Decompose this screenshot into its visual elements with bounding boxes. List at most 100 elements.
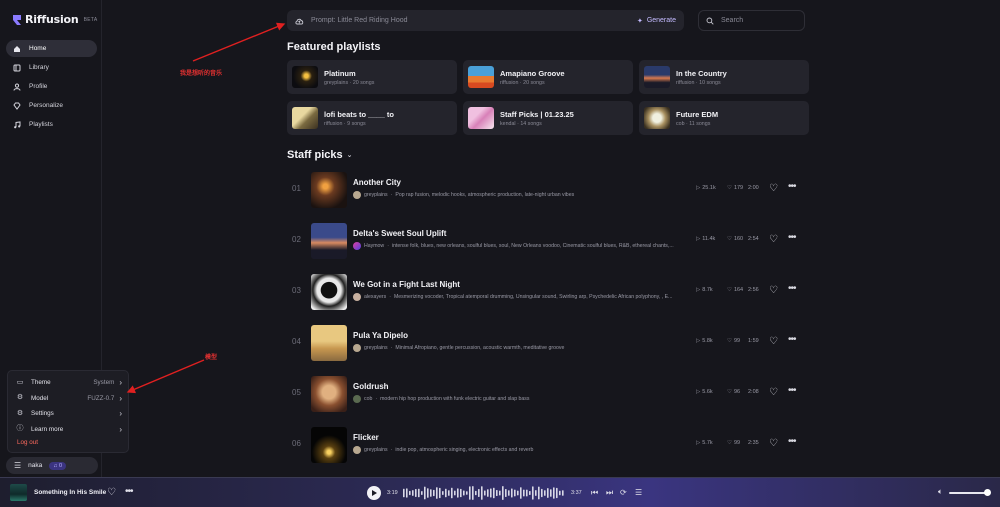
playlist-card[interactable]: In the Country riffusion · 10 songs	[639, 60, 809, 94]
app-name: Riffusion	[25, 13, 79, 26]
avatar[interactable]	[353, 242, 361, 250]
nav-label-library: Library	[29, 64, 49, 71]
like-button-icon[interactable]: ♡	[769, 285, 778, 296]
waveform-bar	[544, 490, 546, 496]
song-cover[interactable]	[311, 427, 347, 463]
more-options-icon[interactable]: •••	[788, 385, 796, 396]
home-icon	[14, 45, 20, 52]
song-title[interactable]: We Got in a Fight Last Night	[353, 280, 460, 289]
dot-separator: ·	[390, 192, 393, 198]
song-author[interactable]: cob	[364, 396, 372, 402]
song-title[interactable]: Goldrush	[353, 382, 389, 391]
menu-item-settings[interactable]: ⚙ Settings ›	[8, 406, 128, 422]
nav-item-home[interactable]: Home	[6, 40, 97, 57]
like-button-icon[interactable]: ♡	[769, 234, 778, 245]
cloud-upload-icon[interactable]	[295, 17, 304, 25]
song-title[interactable]: Delta's Sweet Soul Uplift	[353, 229, 446, 238]
nav-item-personalize[interactable]: Personalize	[6, 97, 97, 114]
avatar[interactable]	[353, 446, 361, 454]
avatar[interactable]	[353, 344, 361, 352]
waveform-bar	[469, 486, 471, 500]
playlist-card[interactable]: Staff Picks | 01.23.25 kendal · 14 songs	[463, 101, 633, 135]
song-author[interactable]: Haymow	[364, 243, 384, 249]
song-title[interactable]: Flicker	[353, 433, 379, 442]
playlist-meta: cob · 11 songs	[676, 120, 711, 127]
more-options-icon[interactable]: •••	[788, 334, 796, 345]
like-button-icon[interactable]: ♡	[107, 487, 116, 498]
settings-label: Settings	[31, 410, 54, 418]
generate-button[interactable]: ✦ Generate	[637, 17, 676, 25]
like-count-value: 164	[733, 287, 744, 293]
like-button-icon[interactable]: ♡	[769, 438, 778, 449]
song-cover[interactable]	[311, 325, 347, 361]
queue-icon[interactable]: ☰	[635, 488, 642, 497]
more-options-icon[interactable]: •••	[788, 436, 796, 447]
song-cover[interactable]	[311, 376, 347, 412]
avatar[interactable]	[353, 293, 361, 301]
menu-item-model[interactable]: ⚙ Model FUZZ-0.7 ›	[8, 391, 128, 407]
waveform-bar	[559, 490, 561, 496]
volume-icon[interactable]: 🔈︎	[938, 487, 943, 497]
menu-item-theme[interactable]: ▭ Theme System ›	[8, 375, 128, 391]
playlist-card[interactable]: Future EDM cob · 11 songs	[639, 101, 809, 135]
more-options-icon[interactable]: •••	[125, 486, 133, 497]
like-button-icon[interactable]: ♡	[769, 336, 778, 347]
waveform-bar	[514, 489, 516, 497]
waveform-bar	[526, 489, 528, 497]
like-button-icon[interactable]: ♡	[769, 183, 778, 194]
logo[interactable]: Riffusion BETA	[12, 13, 97, 26]
avatar[interactable]	[353, 191, 361, 199]
previous-icon[interactable]: ⏮	[591, 488, 598, 498]
playlist-cover	[644, 66, 670, 88]
volume-slider-handle[interactable]	[984, 489, 991, 496]
playlist-card[interactable]: Amapiano Groove riffusion · 20 songs	[463, 60, 633, 94]
nav-item-playlists[interactable]: Playlists	[6, 116, 97, 133]
waveform-bar	[421, 491, 423, 495]
prompt-input[interactable]: Prompt: Little Red Riding Hood ✦ Generat…	[287, 10, 684, 31]
song-row[interactable]: 06 Flicker greyplains · indie pop, atmos…	[287, 425, 807, 469]
track-number: 03	[292, 286, 301, 295]
more-options-icon[interactable]: •••	[788, 181, 796, 192]
staff-picks-heading[interactable]: Staff picks ⌄	[287, 149, 353, 161]
song-row[interactable]: 05 Goldrush cob · modern hip hop product…	[287, 374, 807, 418]
avatar[interactable]	[353, 395, 361, 403]
song-row[interactable]: 01 Another City greyplains · Pop rap fus…	[287, 170, 807, 214]
play-button[interactable]	[367, 486, 381, 500]
waveform-bar	[499, 490, 501, 496]
nav-item-profile[interactable]: Profile	[6, 78, 97, 95]
user-menu-button[interactable]: ☰ naka ♫ 0	[6, 457, 98, 474]
song-row[interactable]: 02 Delta's Sweet Soul Uplift Haymow · in…	[287, 221, 807, 265]
next-icon[interactable]: ⏭	[606, 488, 613, 498]
more-options-icon[interactable]: •••	[788, 232, 796, 243]
nav-item-library[interactable]: Library	[6, 59, 97, 76]
song-row[interactable]: 04 Pula Ya Dipelo greyplains · Minimal A…	[287, 323, 807, 367]
now-playing-title[interactable]: Something In His Smile	[34, 489, 106, 496]
logout-button[interactable]: Log out	[17, 439, 38, 446]
volume-slider[interactable]	[949, 492, 987, 494]
song-cover[interactable]	[311, 172, 347, 208]
song-author[interactable]: greyplains	[364, 192, 388, 198]
song-author[interactable]: greyplains	[364, 447, 388, 453]
search-input[interactable]: Search	[698, 10, 805, 31]
waveform-scrubber[interactable]	[403, 485, 566, 501]
song-duration: 2:56	[748, 287, 759, 293]
song-cover[interactable]	[311, 274, 347, 310]
song-row[interactable]: 03 We Got in a Fight Last Night alexayer…	[287, 272, 807, 316]
playlist-card[interactable]: lofi beats to ____ to riffusion · 9 songs	[287, 101, 457, 135]
more-options-icon[interactable]: •••	[788, 283, 796, 294]
song-author[interactable]: alexayers	[364, 294, 386, 300]
song-title[interactable]: Pula Ya Dipelo	[353, 331, 408, 340]
song-title[interactable]: Another City	[353, 178, 401, 187]
like-count-value: 96	[733, 389, 741, 395]
playlist-card[interactable]: Platinum greyplains · 20 songs	[287, 60, 457, 94]
playlist-title: In the Country	[676, 68, 727, 78]
annotation-arrow-prompt	[192, 22, 286, 62]
now-playing-cover[interactable]	[10, 484, 27, 501]
song-meta: greyplains · Pop rap fusion, melodic hoo…	[353, 191, 688, 199]
repeat-icon[interactable]: ⟳	[620, 488, 627, 497]
song-author[interactable]: greyplains	[364, 345, 388, 351]
user-icon	[13, 82, 21, 91]
like-button-icon[interactable]: ♡	[769, 387, 778, 398]
menu-item-learn-more[interactable]: ⓘ Learn more ›	[8, 422, 128, 438]
song-cover[interactable]	[311, 223, 347, 259]
